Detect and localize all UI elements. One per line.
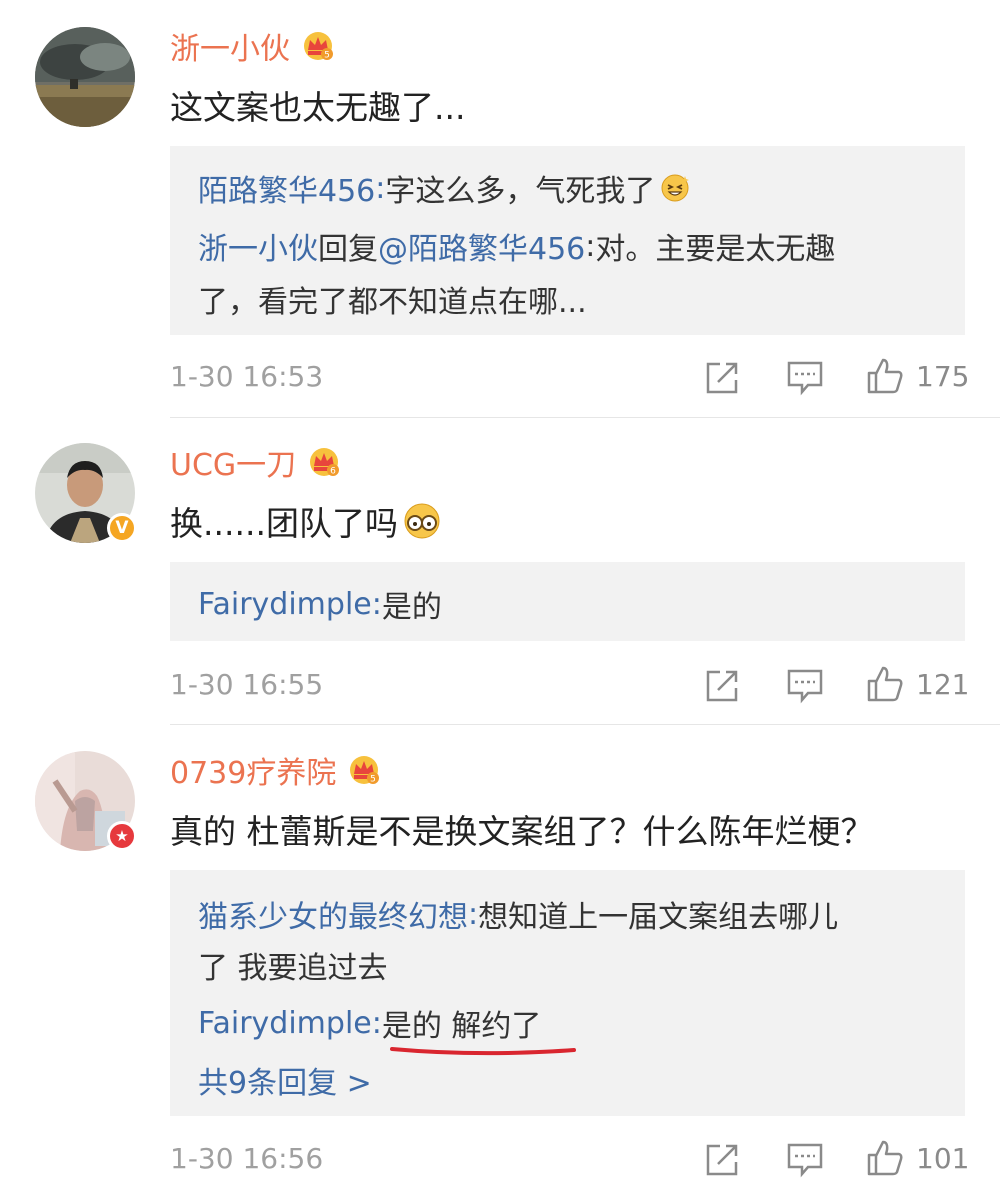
- view-all-replies-text[interactable]: 共9条回复 >: [198, 1058, 372, 1102]
- reply-text-continued: 了，看完了都不知道点在哪...: [198, 277, 587, 321]
- like-icon[interactable]: [866, 357, 904, 395]
- vip-crown-icon: 5: [304, 32, 333, 61]
- reply-author[interactable]: 陌路繁华456: [198, 166, 375, 210]
- comment-icon[interactable]: [786, 360, 824, 396]
- facepalm-emoji-icon: [404, 503, 440, 539]
- share-icon[interactable]: [704, 668, 740, 704]
- reply-separator: :: [371, 1005, 382, 1041]
- reply-text: 了，看完了都不知道点在哪...: [198, 285, 587, 320]
- reply-text-continued: 了 我要追过去: [198, 943, 388, 987]
- reply-item[interactable]: 陌路繁华456: 字这么多，气死我了: [198, 166, 691, 210]
- comment-icon[interactable]: [786, 668, 824, 704]
- member-badge-icon: ★: [107, 821, 137, 851]
- comment-content: 换......团队了吗: [170, 497, 442, 545]
- reply-separator: :: [371, 586, 382, 622]
- avatar[interactable]: [35, 27, 135, 127]
- reply-author[interactable]: 浙一小伙: [198, 224, 318, 268]
- red-underline-annotation: [390, 1047, 576, 1056]
- reply-item[interactable]: Fairydimple: 是的 解约了: [198, 1001, 541, 1045]
- reply-author[interactable]: Fairydimple: [198, 587, 372, 622]
- reply-text: 对。主要是太无趣: [595, 232, 836, 267]
- comment-icon[interactable]: [786, 1142, 824, 1178]
- like-count: 121: [916, 668, 970, 701]
- divider: [170, 724, 1000, 725]
- like-icon[interactable]: [866, 1139, 904, 1177]
- grin-emoji-icon: [661, 174, 690, 202]
- svg-text:5: 5: [324, 51, 330, 61]
- reply-box[interactable]: Fairydimple: 是的: [170, 562, 965, 641]
- verified-badge-icon: V: [107, 513, 137, 543]
- reply-item[interactable]: 猫系少女的最终幻想: 想知道上一届文案组去哪儿: [198, 892, 838, 936]
- reply-mention[interactable]: @陌路繁华456: [378, 224, 585, 268]
- like-count: 101: [916, 1142, 970, 1175]
- share-icon[interactable]: [704, 360, 740, 396]
- reply-item[interactable]: Fairydimple: 是的: [198, 582, 442, 626]
- comment-timestamp: 1-30 16:55: [170, 668, 324, 701]
- username[interactable]: 0739疗养院 5: [170, 748, 382, 792]
- reply-box[interactable]: 陌路繁华456: 字这么多，气死我了 浙一小伙 回复 @陌路繁华456: 对。主要是太…: [170, 146, 965, 335]
- comment-text: 换......团队了吗: [170, 504, 398, 543]
- comment-timestamp: 1-30 16:53: [170, 360, 324, 393]
- reply-text: 字这么多，气死我了: [385, 174, 656, 209]
- username-text[interactable]: 浙一小伙: [170, 24, 290, 68]
- comment-text: 这文案也太无趣了...: [170, 88, 466, 127]
- username-text[interactable]: UCG一刀: [170, 440, 296, 484]
- svg-text:6: 6: [330, 467, 336, 477]
- vip-crown-icon: 6: [310, 448, 340, 477]
- reply-author[interactable]: 猫系少女的最终幻想: [198, 892, 468, 936]
- like-icon[interactable]: [866, 665, 904, 703]
- svg-text:5: 5: [370, 775, 376, 785]
- reply-separator: :: [468, 896, 479, 932]
- view-all-replies-link[interactable]: 共9条回复 >: [198, 1058, 372, 1102]
- reply-text: 想知道上一届文案组去哪儿: [478, 900, 839, 935]
- comment-content: 这文案也太无趣了...: [170, 81, 465, 129]
- comment-text: 真的 杜蕾斯是不是换文案组了？什么陈年烂梗？: [170, 812, 874, 851]
- reply-separator: :: [585, 228, 596, 264]
- reply-box[interactable]: 猫系少女的最终幻想: 想知道上一届文案组去哪儿 了 我要追过去 Fairydim…: [170, 870, 965, 1116]
- reply-text: 是的 解约了: [381, 1009, 542, 1044]
- reply-action: 回复: [318, 232, 378, 267]
- reply-item[interactable]: 浙一小伙 回复 @陌路繁华456: 对。主要是太无趣: [198, 224, 835, 268]
- reply-separator: :: [375, 170, 386, 206]
- reply-text: 是的: [381, 590, 442, 625]
- username[interactable]: 浙一小伙 5: [170, 24, 336, 68]
- username-text[interactable]: 0739疗养院: [170, 748, 336, 792]
- share-icon[interactable]: [704, 1142, 740, 1178]
- avatar[interactable]: V: [35, 443, 137, 543]
- like-count: 175: [916, 360, 970, 393]
- reply-text: 了 我要追过去: [198, 951, 388, 986]
- comment-content: 真的 杜蕾斯是不是换文案组了？什么陈年烂梗？: [170, 805, 874, 853]
- reply-author[interactable]: Fairydimple: [198, 1006, 372, 1041]
- comment-timestamp: 1-30 16:56: [170, 1142, 324, 1175]
- avatar[interactable]: ★: [35, 751, 137, 851]
- divider: [170, 417, 1000, 418]
- username[interactable]: UCG一刀 6: [170, 440, 342, 484]
- vip-crown-icon: 5: [350, 756, 380, 785]
